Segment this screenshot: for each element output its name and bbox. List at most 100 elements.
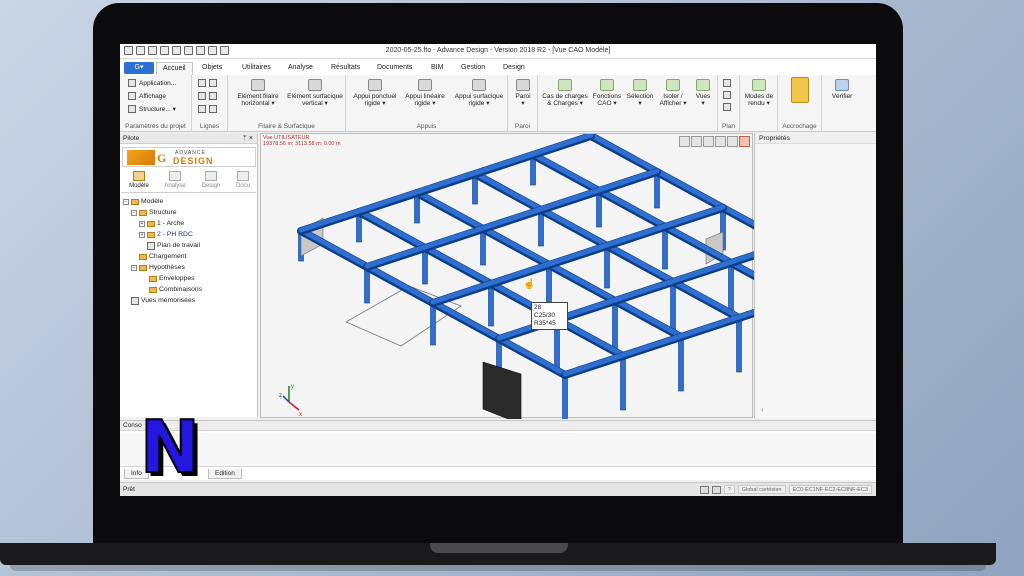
console-panel: Conso Info Edition (120, 420, 876, 480)
hypotheses-icon (139, 265, 147, 271)
tree-item[interactable]: +1 - Arche (139, 219, 184, 229)
grid-icon[interactable] (198, 92, 206, 100)
plan-grid-icon[interactable] (723, 79, 731, 87)
cad-viewport[interactable]: Vue UTILISATEUR 19378.56 m; 3113.58 m; 0… (260, 133, 754, 419)
paroi-button[interactable]: Paroi ▾ (510, 79, 536, 107)
channel-logo: N N (140, 418, 202, 482)
pin-close-icon[interactable]: ᛘ × (243, 133, 253, 144)
tree-item[interactable]: Enveloppes (149, 274, 195, 284)
column (736, 317, 742, 373)
tree-item[interactable]: Vues mémorisées (131, 296, 195, 306)
group-plan: Plan (718, 75, 740, 132)
tab-bim[interactable]: BIM (425, 62, 449, 75)
tree-item[interactable]: − Structure (131, 208, 177, 218)
design-icon (205, 171, 217, 181)
status-tool-icon[interactable] (711, 485, 721, 494)
modes-de-rendu-button[interactable]: Modes de rendu ▾ (742, 79, 776, 107)
element-tooltip: 28 C25/30 R35*45 (531, 302, 568, 330)
mode-design[interactable]: Design (196, 171, 226, 189)
loading-icon (139, 254, 147, 260)
appui-surfacique-button[interactable]: Appui surfacique rigide ▾ (450, 79, 508, 107)
element-surfacique-button[interactable]: Elément surfacique vertical ▾ (284, 79, 346, 107)
tree-item[interactable]: +2 - PH RDC (139, 230, 193, 240)
element-filaire-button[interactable]: Elément filaire horizontal ▾ (232, 79, 284, 107)
console-title: Conso (120, 421, 876, 431)
paroi-icon (516, 79, 530, 91)
laptop-shadow (10, 565, 986, 571)
tree-item[interactable]: − Modèle (123, 197, 163, 207)
mode-documents[interactable]: Docu (232, 171, 254, 189)
column (678, 336, 684, 392)
appui-lineaire-button[interactable]: Appui linéaire rigide ▾ (400, 79, 450, 107)
tree-item[interactable]: Plan de travail (147, 241, 200, 251)
collapse-arrow-icon[interactable]: ‹ (761, 405, 764, 414)
tree-item[interactable]: − Hypothèses (131, 263, 185, 273)
column (488, 283, 494, 327)
vues-button[interactable]: Vues ▾ (690, 79, 716, 107)
status-right: ? Global cartésien EC0-EC1NF-EC2-EC8NF-E… (699, 485, 872, 494)
appui-ponctuel-button[interactable]: Appui ponctuel rigide ▾ (348, 79, 402, 107)
group-parametres: Application... Affichage Structure... ▾ … (120, 75, 192, 132)
tab-utilitaires[interactable]: Utilitaires (236, 62, 277, 75)
combination-icon (149, 287, 157, 293)
window-title: 2020-05-25.fto - Advance Design - Versio… (385, 47, 611, 54)
group-verifier: Vérifier (822, 75, 876, 132)
tab-documents[interactable]: Documents (371, 62, 418, 75)
column (546, 264, 552, 308)
tab-resultats[interactable]: Résultats (325, 62, 366, 75)
saved-views-icon (131, 297, 139, 305)
status-text: Prêt (123, 486, 135, 493)
model-icon (133, 171, 145, 181)
plan-move-icon[interactable] (723, 91, 731, 99)
line-icon[interactable] (209, 79, 217, 87)
tab-accueil[interactable]: Accueil (156, 62, 193, 75)
group-misc: Cas de charges & Charges ▾ Fonctions CAO… (538, 75, 718, 132)
tab-analyse[interactable]: Analyse (282, 62, 319, 75)
status-mode-icon[interactable] (699, 485, 709, 494)
plus-icon[interactable] (198, 79, 206, 87)
laptop-notch (430, 543, 568, 553)
axis-z-line (282, 395, 290, 403)
coordinate-system[interactable]: Global cartésien (737, 485, 786, 494)
axis-x-label: x (299, 412, 302, 418)
display-icon (128, 92, 136, 100)
application-button[interactable]: Application... (128, 79, 176, 87)
structure-button[interactable]: Structure... ▾ (128, 105, 176, 113)
group-lignes: Lignes (192, 75, 228, 132)
tree-item[interactable]: Combinaisons (149, 285, 202, 295)
fonctions-cao-button[interactable]: Fonctions CAO ▾ (590, 79, 624, 107)
tab-edition[interactable]: Edition (208, 469, 242, 479)
isoler-afficher-button[interactable]: Isoler / Afficher ▾ (656, 79, 690, 107)
column (662, 226, 668, 270)
group-rendu: Modes de rendu ▾ (740, 75, 778, 132)
design-codes[interactable]: EC0-EC1NF-EC2-EC8NF-EC3 (788, 485, 872, 494)
arc-icon[interactable] (209, 92, 217, 100)
beam-icon (251, 79, 265, 91)
verifier-button[interactable]: Vérifier (828, 79, 856, 100)
app-window: 2020-05-25.fto - Advance Design - Versio… (120, 44, 876, 496)
axis-y-label: y (291, 384, 294, 390)
mode-analyse[interactable]: Analyse (160, 171, 190, 189)
polyline-icon[interactable] (198, 105, 206, 113)
folder-icon (147, 232, 155, 238)
accrochage-button[interactable] (789, 77, 811, 105)
selection-icon (633, 79, 647, 91)
point-support-icon (368, 79, 382, 91)
pilot-modes: Modèle Analyse Design Docu (122, 169, 256, 193)
cas-de-charges-button[interactable]: Cas de charges & Charges ▾ (540, 79, 590, 107)
app-menu-button[interactable]: G▾ (124, 62, 154, 74)
group-appuis: Appui ponctuel rigide ▾ Appui linéaire r… (346, 75, 508, 132)
affichage-button[interactable]: Affichage (128, 92, 166, 100)
circle-icon[interactable] (209, 105, 217, 113)
tab-design[interactable]: Design (497, 62, 531, 75)
selection-button[interactable]: Sélection ▾ (624, 79, 656, 107)
tree-item[interactable]: Chargement (139, 252, 186, 262)
column (430, 302, 436, 346)
plan-axis-icon[interactable] (723, 103, 731, 111)
tab-objets[interactable]: Objets (196, 62, 228, 75)
check-icon (835, 79, 849, 91)
column (620, 355, 626, 411)
mode-modele[interactable]: Modèle (124, 171, 154, 189)
wall-front (482, 361, 522, 419)
tab-gestion[interactable]: Gestion (455, 62, 491, 75)
